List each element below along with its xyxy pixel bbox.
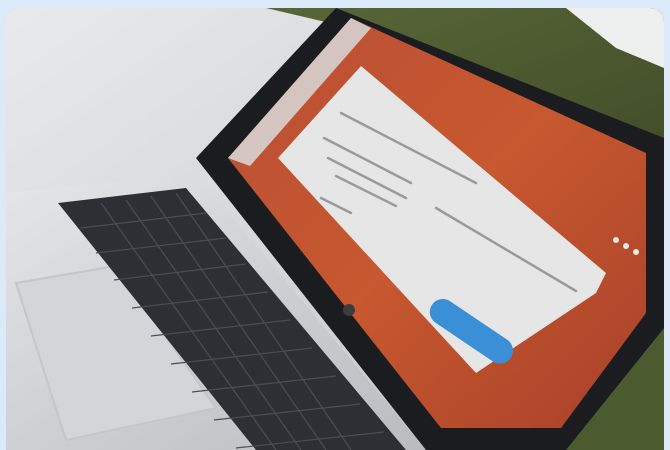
laptop-photo bbox=[6, 8, 664, 450]
laptop-logo bbox=[343, 304, 355, 316]
image-frame bbox=[0, 0, 670, 450]
laptop-illustration bbox=[6, 8, 664, 450]
